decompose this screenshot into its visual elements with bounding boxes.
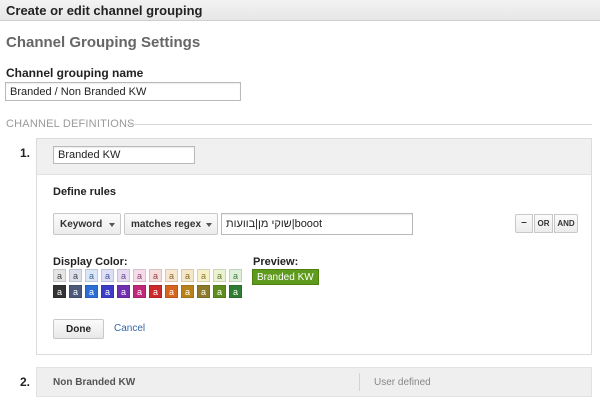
dark-color-swatch[interactable]: a <box>149 285 162 298</box>
channel-definition-card-1: Define rules Keyword matches regex – OR … <box>36 138 592 355</box>
header-divider <box>127 124 592 125</box>
light-color-swatch[interactable]: a <box>165 269 178 282</box>
dark-color-swatch[interactable]: a <box>117 285 130 298</box>
chevron-down-icon <box>109 223 115 227</box>
grouping-name-label: Channel grouping name <box>6 66 144 80</box>
operator-select-value: matches regex <box>131 219 202 230</box>
dimension-select[interactable]: Keyword <box>53 213 121 235</box>
dark-color-swatch[interactable]: a <box>181 285 194 298</box>
dark-color-swatch[interactable]: a <box>229 285 242 298</box>
preview-label: Preview: <box>253 256 299 268</box>
dark-color-swatch[interactable]: a <box>133 285 146 298</box>
definition-number-2: 2. <box>20 375 31 389</box>
dimension-select-value: Keyword <box>60 219 103 230</box>
define-rules-label: Define rules <box>53 186 116 198</box>
dark-color-swatch[interactable]: a <box>165 285 178 298</box>
light-color-swatch[interactable]: a <box>229 269 242 282</box>
dark-color-swatch[interactable]: a <box>101 285 114 298</box>
operator-select[interactable]: matches regex <box>124 213 218 235</box>
window-title: Create or edit channel grouping <box>0 0 600 21</box>
light-color-swatch[interactable]: a <box>197 269 210 282</box>
channel-definitions-header: CHANNEL DEFINITIONS <box>6 118 135 130</box>
card-divider <box>359 373 360 391</box>
light-color-swatch[interactable]: a <box>101 269 114 282</box>
card-header <box>37 139 591 175</box>
light-color-swatch[interactable]: a <box>133 269 146 282</box>
light-color-swatch[interactable]: a <box>181 269 194 282</box>
dark-color-swatch[interactable]: a <box>197 285 210 298</box>
light-color-swatch[interactable]: a <box>53 269 66 282</box>
remove-rule-button[interactable]: – <box>515 214 533 233</box>
section-heading: Channel Grouping Settings <box>6 34 201 51</box>
rule-value-input[interactable] <box>221 213 413 235</box>
light-color-swatch[interactable]: a <box>117 269 130 282</box>
color-swatch-grid: aaaaaaaaaaaaaaaaaaaaaaaa <box>53 269 245 298</box>
cancel-link[interactable]: Cancel <box>114 323 145 334</box>
light-color-swatch[interactable]: a <box>69 269 82 282</box>
chevron-down-icon <box>206 223 212 227</box>
grouping-name-input[interactable] <box>5 82 241 101</box>
definition-number-1: 1. <box>20 146 31 160</box>
display-color-label: Display Color: <box>53 256 128 268</box>
dark-color-swatch[interactable]: a <box>69 285 82 298</box>
light-color-swatch[interactable]: a <box>149 269 162 282</box>
channel-name-2: Non Branded KW <box>53 377 136 388</box>
channel-definition-card-2[interactable]: Non Branded KW User defined <box>36 367 592 397</box>
light-color-swatch[interactable]: a <box>85 269 98 282</box>
dark-color-swatch[interactable]: a <box>85 285 98 298</box>
channel-name-input[interactable] <box>53 146 195 164</box>
and-button[interactable]: AND <box>554 214 578 233</box>
dark-color-swatch[interactable]: a <box>53 285 66 298</box>
channel-type: User defined <box>374 377 431 388</box>
or-button[interactable]: OR <box>534 214 553 233</box>
dark-color-swatch[interactable]: a <box>213 285 226 298</box>
done-button[interactable]: Done <box>53 319 104 339</box>
preview-chip: Branded KW <box>252 269 319 285</box>
light-color-swatch[interactable]: a <box>213 269 226 282</box>
